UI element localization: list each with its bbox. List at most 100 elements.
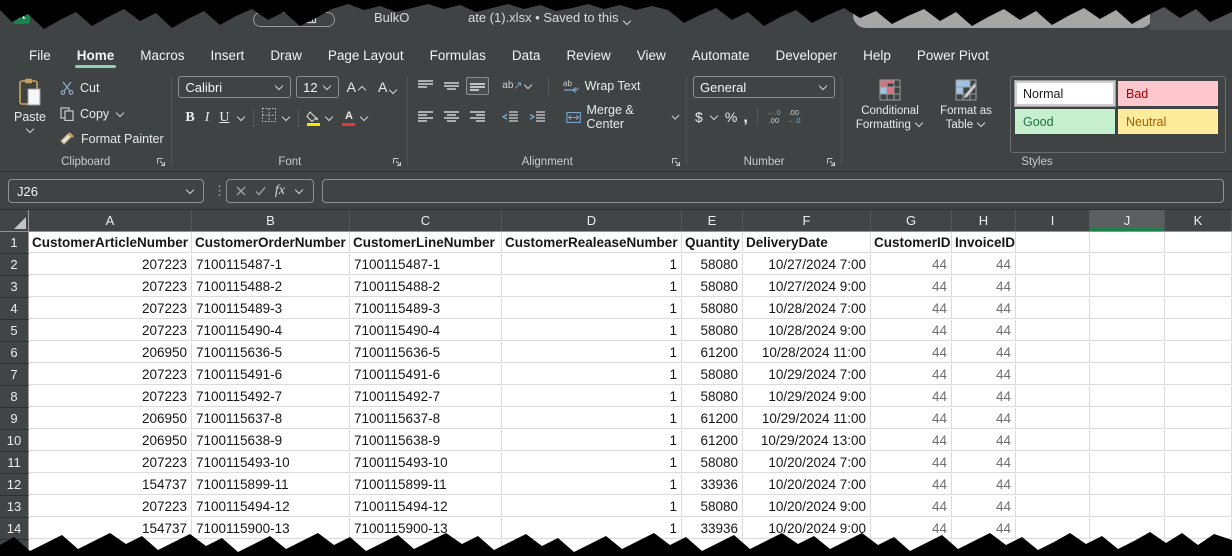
cell[interactable] bbox=[743, 540, 871, 556]
enter-check-icon[interactable] bbox=[255, 186, 266, 196]
cell[interactable]: 207223 bbox=[29, 364, 192, 385]
cell[interactable]: 206950 bbox=[29, 342, 192, 363]
cell[interactable]: 7100115900-13 bbox=[350, 518, 502, 539]
cell[interactable]: 44 bbox=[871, 320, 952, 341]
format-as-table-button[interactable]: Format as Table bbox=[928, 76, 1004, 153]
cell[interactable]: 44 bbox=[871, 386, 952, 407]
alignment-dialog-launcher-icon[interactable] bbox=[671, 157, 681, 167]
currency-chevron-icon[interactable] bbox=[710, 112, 718, 120]
cell[interactable]: CustomerArticleNumber bbox=[29, 232, 192, 253]
cell[interactable]: 44 bbox=[871, 408, 952, 429]
cell[interactable]: 44 bbox=[871, 298, 952, 319]
cell[interactable]: 154737 bbox=[29, 518, 192, 539]
cell[interactable]: 10/27/2024 9:00 bbox=[743, 276, 871, 297]
cell[interactable]: 7100115488-2 bbox=[350, 276, 502, 297]
cell[interactable]: 44 bbox=[871, 254, 952, 275]
font-dialog-launcher-icon[interactable] bbox=[392, 157, 402, 167]
cell[interactable]: CustomerLineNumber bbox=[350, 232, 502, 253]
cell[interactable] bbox=[1090, 540, 1165, 556]
cell[interactable]: 44 bbox=[952, 320, 1016, 341]
cell[interactable]: 7100115488-2 bbox=[192, 276, 350, 297]
column-header-a[interactable]: A bbox=[29, 210, 192, 231]
cell[interactable] bbox=[1165, 320, 1232, 341]
row-header-3[interactable]: 3 bbox=[0, 276, 29, 298]
cell[interactable]: 44 bbox=[952, 452, 1016, 473]
cell[interactable]: 7100115493-10 bbox=[192, 452, 350, 473]
cell[interactable] bbox=[1090, 232, 1165, 253]
column-header-e[interactable]: E bbox=[682, 210, 743, 231]
cell[interactable] bbox=[1090, 430, 1165, 451]
tab-file[interactable]: File bbox=[18, 46, 62, 63]
cell[interactable] bbox=[1090, 386, 1165, 407]
cell[interactable] bbox=[1165, 386, 1232, 407]
cell[interactable] bbox=[1165, 540, 1232, 556]
column-header-f[interactable]: F bbox=[743, 210, 871, 231]
cell[interactable] bbox=[1090, 518, 1165, 539]
insert-function-button[interactable]: fx bbox=[275, 183, 285, 199]
cell[interactable] bbox=[1016, 518, 1090, 539]
cell[interactable]: 7100115492-7 bbox=[192, 386, 350, 407]
tab-review[interactable]: Review bbox=[555, 46, 621, 63]
cell[interactable]: 7100115491-6 bbox=[350, 364, 502, 385]
cell[interactable]: 44 bbox=[871, 474, 952, 495]
paste-button[interactable]: Paste bbox=[6, 76, 54, 153]
cell[interactable] bbox=[1090, 276, 1165, 297]
cell[interactable] bbox=[1165, 452, 1232, 473]
font-color-button[interactable]: A bbox=[342, 109, 355, 126]
tab-macros[interactable]: Macros bbox=[129, 46, 195, 63]
cell[interactable]: 7100115487-1 bbox=[350, 254, 502, 275]
bold-button[interactable]: B bbox=[182, 110, 197, 126]
style-good[interactable]: Good bbox=[1015, 109, 1115, 134]
cell[interactable] bbox=[682, 540, 743, 556]
cell[interactable]: 61200 bbox=[682, 342, 743, 363]
cell[interactable]: 7100115638-9 bbox=[350, 430, 502, 451]
orientation-button[interactable]: ab ↗ bbox=[498, 76, 536, 95]
cell[interactable]: 44 bbox=[871, 496, 952, 517]
tab-home[interactable]: Home bbox=[66, 46, 126, 63]
cell[interactable]: 7100115494-12 bbox=[192, 496, 350, 517]
row-header-7[interactable]: 7 bbox=[0, 364, 29, 386]
name-box[interactable]: J26 bbox=[8, 179, 204, 203]
cell[interactable] bbox=[350, 540, 502, 556]
cell[interactable]: 1 bbox=[502, 276, 682, 297]
cell[interactable]: 206950 bbox=[29, 408, 192, 429]
increase-decimal-button[interactable]: ←.0 .00 bbox=[767, 109, 781, 125]
cell[interactable]: 58080 bbox=[682, 320, 743, 341]
cell[interactable] bbox=[871, 540, 952, 556]
cell[interactable]: 1 bbox=[502, 298, 682, 319]
cell[interactable] bbox=[1016, 496, 1090, 517]
cell[interactable] bbox=[1165, 474, 1232, 495]
tab-help[interactable]: Help bbox=[852, 46, 902, 63]
column-header-k[interactable]: K bbox=[1165, 210, 1232, 231]
cell[interactable] bbox=[1016, 540, 1090, 556]
cut-button[interactable]: Cut bbox=[60, 78, 165, 98]
cell[interactable]: 1 bbox=[502, 518, 682, 539]
cell[interactable]: 1 bbox=[502, 254, 682, 275]
cell[interactable]: 44 bbox=[952, 254, 1016, 275]
cell[interactable] bbox=[1016, 408, 1090, 429]
cell[interactable]: 1 bbox=[502, 430, 682, 451]
cell[interactable]: 58080 bbox=[682, 254, 743, 275]
cell[interactable]: 207223 bbox=[29, 276, 192, 297]
column-header-c[interactable]: C bbox=[350, 210, 502, 231]
font-size-combo[interactable]: 12 bbox=[296, 76, 339, 98]
cell[interactable]: 44 bbox=[952, 298, 1016, 319]
cell[interactable]: 10/20/2024 9:00 bbox=[743, 518, 871, 539]
cell[interactable]: 207223 bbox=[29, 298, 192, 319]
tab-power-pivot[interactable]: Power Pivot bbox=[906, 46, 1000, 63]
cell[interactable]: 10/27/2024 7:00 bbox=[743, 254, 871, 275]
font-name-combo[interactable]: Calibri bbox=[178, 76, 291, 98]
tab-data[interactable]: Data bbox=[501, 46, 552, 63]
clipboard-dialog-launcher-icon[interactable] bbox=[156, 157, 166, 167]
cell[interactable] bbox=[1016, 254, 1090, 275]
cell[interactable]: 10/28/2024 9:00 bbox=[743, 320, 871, 341]
formula-input[interactable] bbox=[322, 179, 1224, 203]
row-header-10[interactable]: 10 bbox=[0, 430, 29, 452]
row-header-12[interactable]: 12 bbox=[0, 474, 29, 496]
row-header-11[interactable]: 11 bbox=[0, 452, 29, 474]
cell[interactable]: 1 bbox=[502, 452, 682, 473]
cell[interactable] bbox=[1090, 364, 1165, 385]
cell[interactable]: 44 bbox=[952, 276, 1016, 297]
align-right-button[interactable] bbox=[466, 108, 489, 126]
cell[interactable]: 207223 bbox=[29, 386, 192, 407]
